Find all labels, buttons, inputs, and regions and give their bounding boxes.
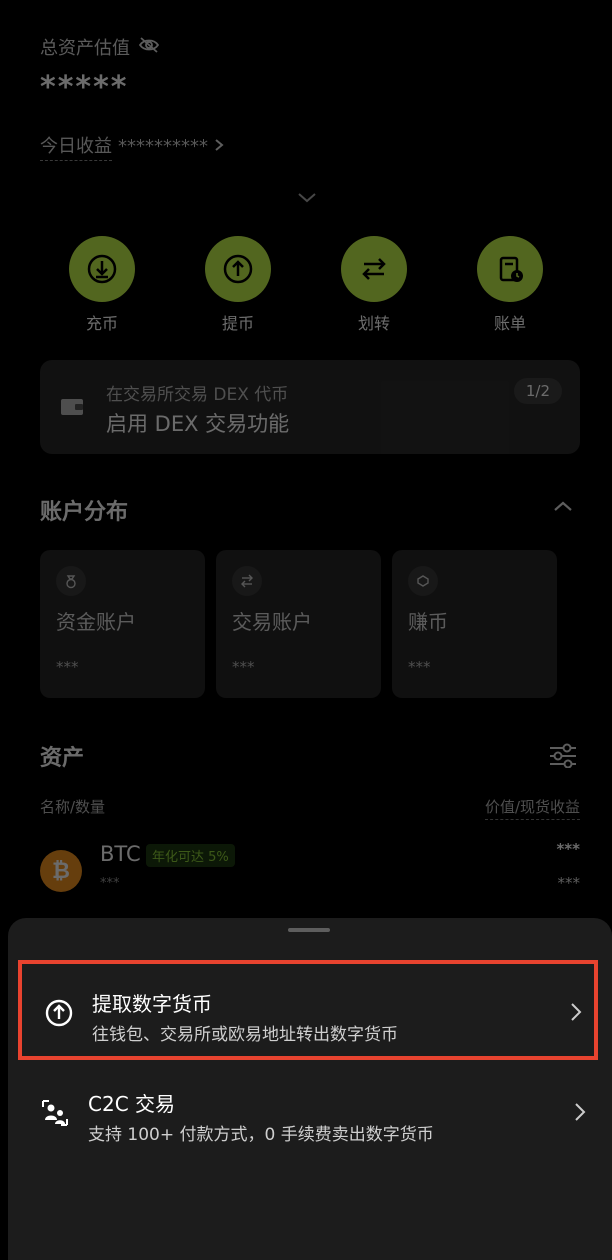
transfer-label: 划转 <box>357 314 390 333</box>
dex-banner[interactable]: 在交易所交易 DEX 代币 启用 DEX 交易功能 1/2 <box>40 360 580 454</box>
funding-account-card[interactable]: 资金账户 *** <box>40 550 205 698</box>
chevron-right-icon <box>574 1102 586 1126</box>
eye-hidden-icon[interactable] <box>138 36 160 59</box>
account-value: *** <box>56 658 79 676</box>
deposit-icon <box>69 236 135 302</box>
account-name: 赚币 <box>408 610 448 634</box>
withdraw-crypto-option[interactable]: 提取数字货币 往钱包、交易所或欧易地址转出数字货币 <box>18 960 598 1060</box>
withdraw-options-sheet: 提取数字货币 往钱包、交易所或欧易地址转出数字货币 C2C 交易 支持 100+… <box>8 918 612 1260</box>
asset-pnl: *** <box>557 874 581 892</box>
column-header-name: 名称/数量 <box>40 798 106 816</box>
account-value: *** <box>232 658 255 676</box>
bill-button[interactable]: 账单 <box>448 236 572 334</box>
total-assets-value: ***** <box>40 70 129 105</box>
earn-icon <box>408 566 438 596</box>
assets-title: 资产 <box>40 746 85 771</box>
btc-logo-icon: ₿ <box>40 850 82 892</box>
withdraw-icon <box>205 236 271 302</box>
swap-icon <box>232 566 262 596</box>
users-icon <box>40 1098 70 1132</box>
bag-icon <box>56 566 86 596</box>
account-name: 资金账户 <box>56 610 136 634</box>
withdraw-button[interactable]: 提币 <box>176 236 300 334</box>
today-earnings-value: ********** <box>118 136 208 157</box>
filter-icon[interactable] <box>548 742 578 772</box>
trading-account-card[interactable]: 交易账户 *** <box>216 550 381 698</box>
quick-actions: 充币 提币 划转 账单 <box>40 236 572 334</box>
sheet-drag-handle[interactable] <box>288 928 330 932</box>
total-assets-label: 总资产估值 <box>40 34 160 60</box>
today-earnings[interactable]: 今日收益 ********** <box>40 132 224 161</box>
asset-quantity: *** <box>100 876 120 891</box>
chevron-down-icon[interactable] <box>296 190 318 209</box>
asset-name[interactable]: BTC <box>100 842 141 866</box>
option-subtitle: 往钱包、交易所或欧易地址转出数字货币 <box>92 1025 398 1045</box>
transfer-button[interactable]: 划转 <box>312 236 436 334</box>
dex-banner-title: 启用 DEX 交易功能 <box>106 412 290 436</box>
withdraw-label: 提币 <box>221 314 254 333</box>
bill-label: 账单 <box>493 314 526 333</box>
transfer-icon <box>341 236 407 302</box>
asset-value: *** <box>556 840 580 858</box>
option-title: C2C 交易 <box>88 1092 176 1116</box>
dex-banner-subtitle: 在交易所交易 DEX 代币 <box>106 385 289 405</box>
bill-icon <box>477 236 543 302</box>
dex-banner-pager: 1/2 <box>513 378 562 404</box>
column-header-value[interactable]: 价值/现货收益 <box>484 796 580 820</box>
option-title: 提取数字货币 <box>92 992 212 1016</box>
option-subtitle: 支持 100+ 付款方式，0 手续费卖出数字货币 <box>88 1125 434 1145</box>
deposit-button[interactable]: 充币 <box>40 236 164 334</box>
account-name: 交易账户 <box>232 610 312 634</box>
c2c-trade-option[interactable]: C2C 交易 支持 100+ 付款方式，0 手续费卖出数字货币 <box>18 1064 598 1164</box>
today-earnings-label: 今日收益 <box>40 132 112 161</box>
chevron-up-icon[interactable] <box>552 498 574 517</box>
account-distribution-title: 账户分布 <box>40 500 129 525</box>
earn-account-card[interactable]: 赚币 *** <box>392 550 557 698</box>
chevron-right-icon <box>570 1002 582 1026</box>
withdraw-icon <box>44 998 74 1032</box>
chevron-right-icon <box>214 136 224 157</box>
account-value: *** <box>408 658 431 676</box>
apy-badge: 年化可达 5% <box>146 844 235 867</box>
deposit-label: 充币 <box>85 314 118 333</box>
wallet-icon <box>60 396 84 420</box>
